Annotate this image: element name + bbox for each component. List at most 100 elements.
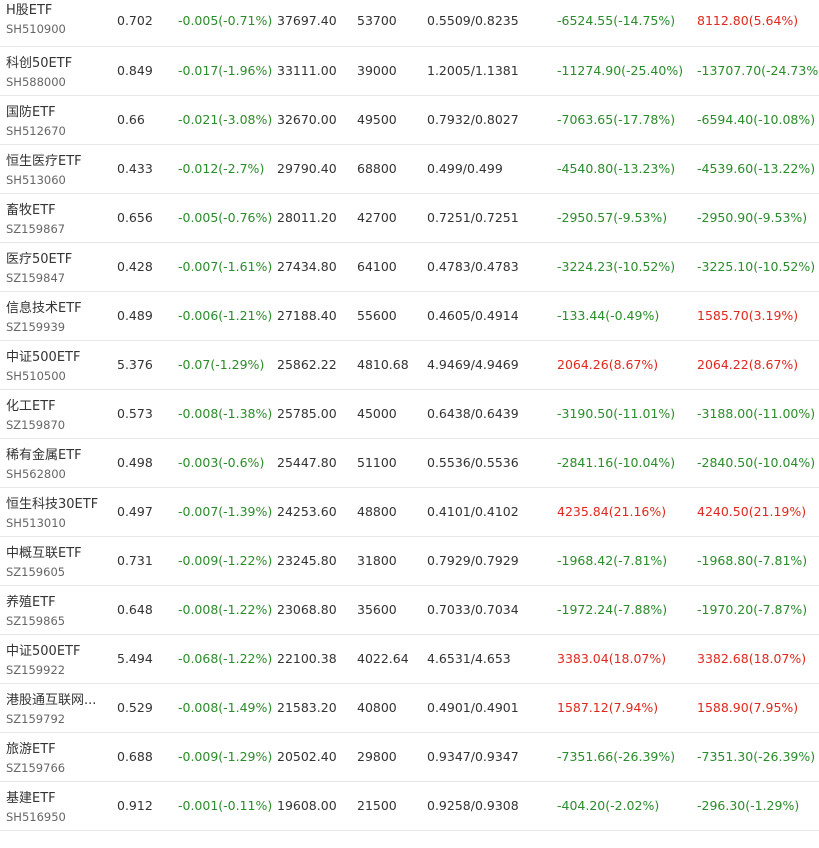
table-row[interactable]: 科创50ETF SH588000 0.849 -0.017(-1.96%) 33111.… <box>0 47 819 96</box>
table-row[interactable]: 中证500ETF SH510500 5.376 -0.07(-1.29%) 25862.… <box>0 341 819 390</box>
volume-cell: 45000 <box>357 406 397 421</box>
fund-name[interactable]: 恒生科技30ETF <box>6 496 102 513</box>
total-profit-loss-cell: -3188.00(-11.00%) <box>697 406 816 421</box>
amount-cell: 27434.80 <box>277 259 337 274</box>
change-cell: -0.001(-0.11%) <box>178 798 273 813</box>
change-cell: -0.008(-1.22%) <box>178 602 273 617</box>
volume-cell: 40800 <box>357 700 397 715</box>
profit-loss-cell: -6524.55(-14.75%) <box>557 13 676 28</box>
profit-loss-cell: -1972.24(-7.88%) <box>557 602 668 617</box>
volume-cell: 55600 <box>357 308 397 323</box>
total-profit-loss-cell: -4539.60(-13.22%) <box>697 161 816 176</box>
fund-name[interactable]: 恒生医疗ETF <box>6 153 102 170</box>
table-row[interactable]: 中概互联ETF SZ159605 0.731 -0.009(-1.22%) 23245.… <box>0 537 819 586</box>
profit-loss-cell: -404.20(-2.02%) <box>557 798 660 813</box>
volume-cell: 51100 <box>357 455 397 470</box>
change-cell: -0.005(-0.76%) <box>178 210 273 225</box>
cost-nav-cell: 0.6438/0.6439 <box>427 406 519 421</box>
fund-name[interactable]: 中概互联ETF <box>6 545 102 562</box>
fund-name-cell: 中证500ETF SH510500 <box>6 349 106 384</box>
cost-nav-cell: 0.7932/0.8027 <box>427 112 519 127</box>
table-row[interactable]: 养殖ETF SZ159865 0.648 -0.008(-1.22%) 23068.80… <box>0 586 819 635</box>
fund-name[interactable]: 中证500ETF <box>6 643 102 660</box>
price-cell: 0.498 <box>117 455 153 470</box>
table-row[interactable]: 旅游ETF SZ159766 0.688 -0.009(-1.29%) 20502.40… <box>0 733 819 782</box>
total-profit-loss-cell: -7351.30(-26.39%) <box>697 749 816 764</box>
fund-name[interactable]: 化工ETF <box>6 398 102 415</box>
change-cell: -0.006(-1.21%) <box>178 308 273 323</box>
change-cell: -0.009(-1.29%) <box>178 749 273 764</box>
fund-code: SH588000 <box>6 75 66 89</box>
table-row[interactable]: 恒生医疗ETF SH513060 0.433 -0.012(-2.7%) 29790.4… <box>0 145 819 194</box>
price-cell: 0.433 <box>117 161 153 176</box>
change-cell: -0.007(-1.39%) <box>178 504 273 519</box>
price-cell: 0.529 <box>117 700 153 715</box>
fund-code: SZ159847 <box>6 271 66 285</box>
fund-name[interactable]: 基建ETF <box>6 790 102 807</box>
total-profit-loss-cell: -6594.40(-10.08%) <box>697 112 816 127</box>
cost-nav-cell: 0.5536/0.5536 <box>427 455 519 470</box>
profit-loss-cell: 3383.04(18.07%) <box>557 651 667 666</box>
table-row[interactable]: 中证500ETF SZ159922 5.494 -0.068(-1.22%) 22100… <box>0 635 819 684</box>
price-cell: 0.849 <box>117 63 153 78</box>
total-profit-loss-cell: 1585.70(3.19%) <box>697 308 799 323</box>
table-row[interactable]: 医疗50ETF SZ159847 0.428 -0.007(-1.61%) 27434.… <box>0 243 819 292</box>
profit-loss-cell: -7063.65(-17.78%) <box>557 112 676 127</box>
fund-name[interactable]: 稀有金属ETF <box>6 447 102 464</box>
change-cell: -0.012(-2.7%) <box>178 161 265 176</box>
fund-name[interactable]: 医疗50ETF <box>6 251 102 268</box>
total-profit-loss-cell: 3382.68(18.07%) <box>697 651 807 666</box>
cost-nav-cell: 0.4901/0.4901 <box>427 700 519 715</box>
fund-name-cell: 中证500ETF SZ159922 <box>6 643 106 678</box>
amount-cell: 27188.40 <box>277 308 337 323</box>
profit-loss-cell: -7351.66(-26.39%) <box>557 749 676 764</box>
fund-code: SZ159922 <box>6 663 66 677</box>
cost-nav-cell: 0.7033/0.7034 <box>427 602 519 617</box>
profit-loss-cell: -4540.80(-13.23%) <box>557 161 676 176</box>
volume-cell: 64100 <box>357 259 397 274</box>
amount-cell: 25447.80 <box>277 455 337 470</box>
table-row[interactable]: 港股通互联网... SZ159792 0.529 -0.008(-1.49%) 2158… <box>0 684 819 733</box>
fund-name-cell: 科创50ETF SH588000 <box>6 55 106 90</box>
table-row[interactable]: 化工ETF SZ159870 0.573 -0.008(-1.38%) 25785.00… <box>0 390 819 439</box>
amount-cell: 23068.80 <box>277 602 337 617</box>
fund-name-cell: 医疗50ETF SZ159847 <box>6 251 106 286</box>
table-row[interactable]: 国防ETF SH512670 0.66 -0.021(-3.08%) 32670.00 4… <box>0 96 819 145</box>
table-row[interactable]: 信息技术ETF SZ159939 0.489 -0.006(-1.21%) 27188.… <box>0 292 819 341</box>
amount-cell: 21583.20 <box>277 700 337 715</box>
cost-nav-cell: 0.4783/0.4783 <box>427 259 519 274</box>
amount-cell: 22100.38 <box>277 651 337 666</box>
fund-name[interactable]: 科创50ETF <box>6 55 102 72</box>
profit-loss-cell: -3190.50(-11.01%) <box>557 406 676 421</box>
table-row[interactable]: 稀有金属ETF SH562800 0.498 -0.003(-0.6%) 25447.8… <box>0 439 819 488</box>
table-row[interactable]: 基建ETF SH516950 0.912 -0.001(-0.11%) 19608.00… <box>0 782 819 831</box>
fund-name-cell: 信息技术ETF SZ159939 <box>6 300 106 335</box>
fund-name[interactable]: 国防ETF <box>6 104 102 121</box>
fund-name[interactable]: 信息技术ETF <box>6 300 102 317</box>
total-profit-loss-cell: 8112.80(5.64%) <box>697 13 799 28</box>
fund-name[interactable]: 中证500ETF <box>6 349 102 366</box>
fund-name[interactable]: 养殖ETF <box>6 594 102 611</box>
fund-name-cell: 港股通互联网... SZ159792 <box>6 692 106 727</box>
volume-cell: 21500 <box>357 798 397 813</box>
cost-nav-cell: 0.5509/0.8235 <box>427 13 519 28</box>
etf-holdings-table: H股ETF SH510900 0.702 -0.005(-0.71%) 37697.40… <box>0 0 819 831</box>
price-cell: 0.66 <box>117 112 145 127</box>
amount-cell: 24253.60 <box>277 504 337 519</box>
profit-loss-cell: 4235.84(21.16%) <box>557 504 667 519</box>
fund-name[interactable]: 畜牧ETF <box>6 202 102 219</box>
volume-cell: 4810.68 <box>357 357 409 372</box>
table-row[interactable]: H股ETF SH510900 0.702 -0.005(-0.71%) 37697.40… <box>0 0 819 47</box>
total-profit-loss-cell: -296.30(-1.29%) <box>697 798 800 813</box>
amount-cell: 23245.80 <box>277 553 337 568</box>
fund-name[interactable]: 旅游ETF <box>6 741 102 758</box>
table-row[interactable]: 畜牧ETF SZ159867 0.656 -0.005(-0.76%) 28011.20… <box>0 194 819 243</box>
change-cell: -0.005(-0.71%) <box>178 13 273 28</box>
fund-name[interactable]: 港股通互联网... <box>6 692 102 709</box>
fund-name-cell: 恒生医疗ETF SH513060 <box>6 153 106 188</box>
fund-code: SZ159865 <box>6 614 66 628</box>
fund-name[interactable]: H股ETF <box>6 2 102 19</box>
profit-loss-cell: -2950.57(-9.53%) <box>557 210 668 225</box>
table-row[interactable]: 恒生科技30ETF SH513010 0.497 -0.007(-1.39%) 2425… <box>0 488 819 537</box>
fund-name-cell: 恒生科技30ETF SH513010 <box>6 496 106 531</box>
